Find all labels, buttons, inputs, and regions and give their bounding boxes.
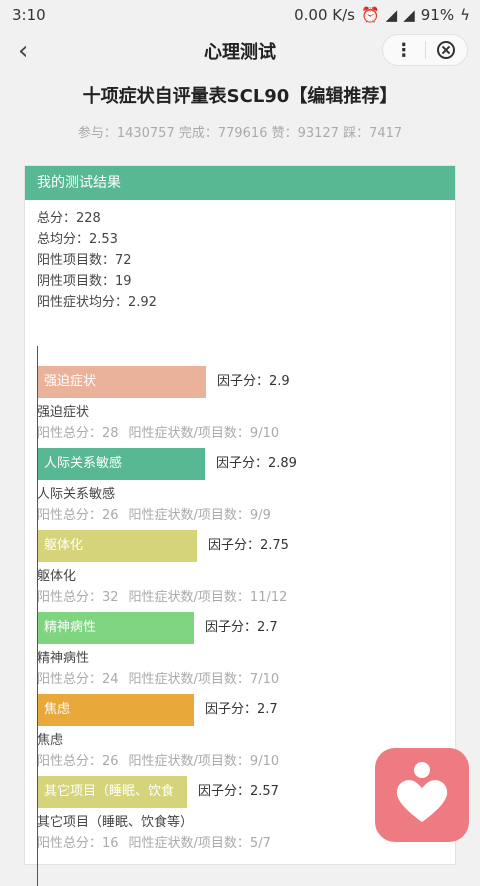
more-icon[interactable]: ⋮ — [383, 40, 425, 61]
result-summary: 总分：228 总均分：2.53 阳性项目数：72 阴性项目数：19 阳性症状均分… — [25, 200, 455, 321]
factor-score: 因子分：2.7 — [205, 620, 278, 635]
factor-bar: 躯体化 — [38, 530, 197, 562]
factor-meta: 阳性总分：16 阳性症状数/项目数：5/7 — [37, 832, 271, 851]
alarm-icon: ⏰ — [360, 6, 380, 24]
page-title: 十项症状自评量表SCL90【编辑推荐】 — [82, 86, 398, 107]
positive-ratio: 阳性症状数/项目数：9/10 — [128, 426, 280, 441]
status-time: 3:10 — [12, 6, 46, 24]
factor-meta: 阳性总分：26 阳性症状数/项目数：9/9 — [37, 504, 271, 523]
positive-total: 阳性总分：26 — [37, 754, 119, 769]
positive-item-count: 阳性项目数：72 — [37, 253, 132, 268]
total-score: 总分：228 — [37, 211, 101, 226]
positive-total: 阳性总分：28 — [37, 426, 119, 441]
factor-bar: 精神病性 — [38, 612, 194, 644]
negative-item-count: 阴性项目数：19 — [37, 274, 132, 289]
factor-meta: 阳性总分：32 阳性症状数/项目数：11/12 — [37, 586, 287, 605]
factor-score: 因子分：2.7 — [205, 702, 278, 717]
positive-ratio: 阳性症状数/项目数：9/9 — [128, 508, 271, 523]
factor-bar: 其它项目（睡眠、饮食 — [38, 776, 187, 808]
status-right: 0.00 K/s ⏰ ◢ ◢ 91% ϟ — [294, 6, 470, 24]
positive-total: 阳性总分：16 — [37, 836, 119, 851]
close-button[interactable] — [426, 41, 468, 59]
status-bar: 3:10 0.00 K/s ⏰ ◢ ◢ 91% ϟ — [0, 0, 480, 30]
heart-person-icon — [396, 762, 448, 822]
positive-symptom-average: 阳性症状均分：2.92 — [37, 295, 157, 310]
positive-ratio: 阳性症状数/项目数：5/7 — [128, 836, 271, 851]
factor-meta: 阳性总分：26 阳性症状数/项目数：9/10 — [37, 750, 279, 769]
test-stats: 参与：1430757 完成：779616 赞：93127 踩：7417 — [77, 126, 403, 141]
factor-name: 其它项目（睡眠、饮食等） — [37, 815, 194, 830]
factor-meta: 阳性总分：24 阳性症状数/项目数：7/10 — [37, 668, 279, 687]
factor-name: 躯体化 — [37, 569, 77, 584]
signal-4g-icon: ◢ — [403, 6, 415, 24]
factor-bar: 人际关系敏感 — [38, 448, 205, 480]
nav-bar: ‹ 心理测试 ⋮ — [0, 30, 480, 72]
positive-total: 阳性总分：24 — [37, 672, 119, 687]
mini-program-capsule: ⋮ — [382, 34, 468, 66]
factor-bar: 焦虑 — [38, 694, 194, 726]
average-score: 总均分：2.53 — [37, 232, 118, 247]
positive-ratio: 阳性症状数/项目数：11/12 — [128, 590, 288, 605]
battery-level: 91% — [420, 6, 455, 24]
network-speed: 0.00 K/s — [294, 6, 355, 24]
factor-name: 强迫症状 — [37, 405, 90, 420]
back-icon[interactable]: ‹ — [18, 36, 28, 66]
signal-icon: ◢ — [385, 6, 398, 24]
factor-name: 人际关系敏感 — [37, 487, 116, 502]
factor-score: 因子分：2.75 — [208, 538, 289, 553]
factor-score: 因子分：2.57 — [198, 784, 279, 799]
factor-bar: 强迫症状 — [38, 366, 206, 398]
factor-score: 因子分：2.89 — [216, 456, 297, 471]
result-header: 我的测试结果 — [25, 166, 455, 200]
factor-name: 精神病性 — [37, 651, 90, 666]
app-logo-button[interactable] — [375, 748, 469, 842]
charging-icon: ϟ — [460, 6, 470, 24]
factor-name: 焦虑 — [37, 733, 64, 748]
positive-total: 阳性总分：26 — [37, 508, 119, 523]
positive-ratio: 阳性症状数/项目数：7/10 — [128, 672, 280, 687]
positive-ratio: 阳性症状数/项目数：9/10 — [128, 754, 280, 769]
factor-score: 因子分：2.9 — [217, 374, 290, 389]
close-icon — [437, 41, 456, 59]
positive-total: 阳性总分：32 — [37, 590, 119, 605]
factor-meta: 阳性总分：28 阳性症状数/项目数：9/10 — [37, 422, 279, 441]
